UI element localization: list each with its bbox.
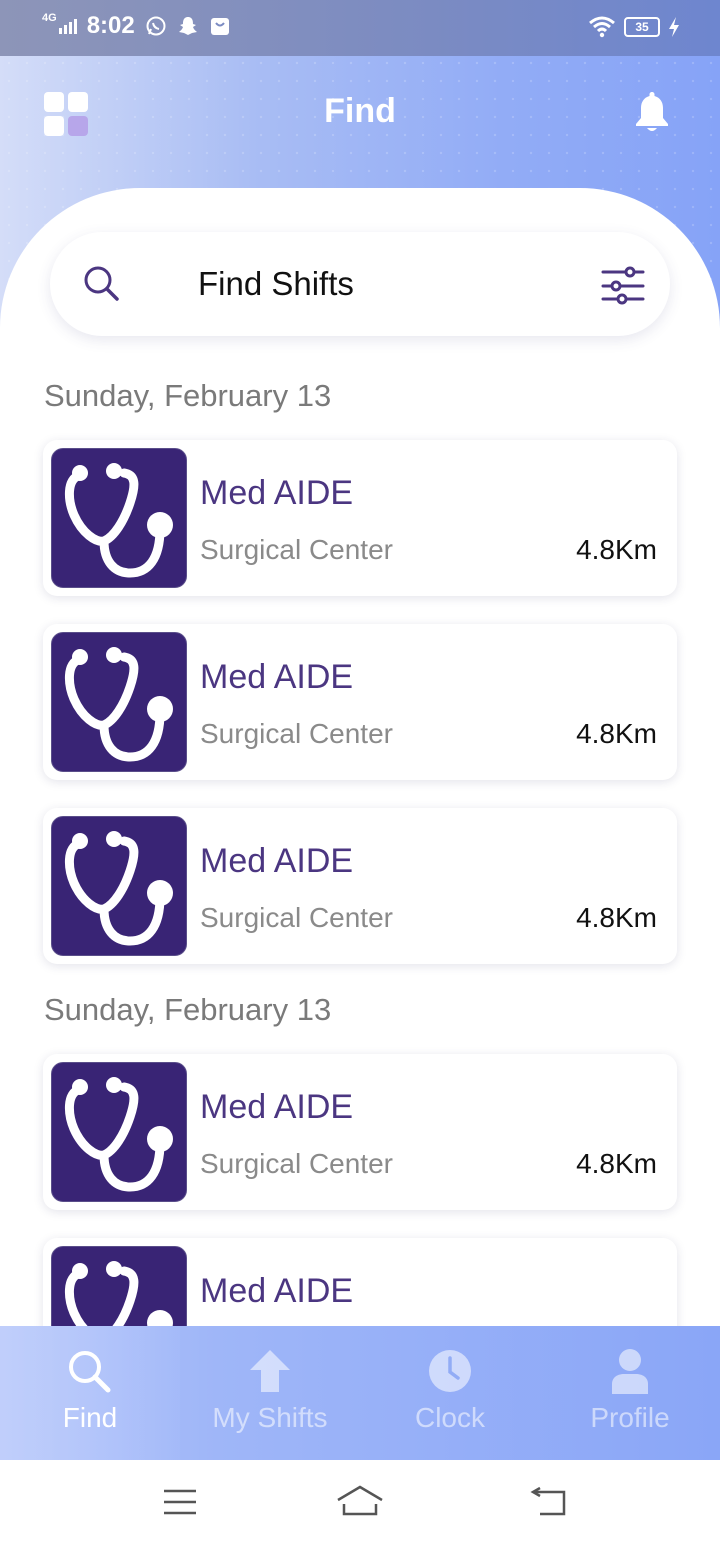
signal-icon: [58, 18, 77, 34]
search-input[interactable]: [198, 260, 618, 308]
snapchat-icon: [178, 17, 197, 35]
shift-card[interactable]: Med AIDE Surgical Center 4.8Km: [43, 440, 677, 596]
shift-card[interactable]: Med AIDE Surgical Center 4.8Km: [43, 624, 677, 780]
shift-title: Med AIDE: [200, 1272, 354, 1310]
shift-title: Med AIDE: [200, 474, 354, 512]
upload-arrow-icon: [250, 1350, 290, 1392]
nav-my-shifts-label: My Shifts: [212, 1402, 328, 1433]
date-header: Sunday, February 13: [44, 992, 332, 1027]
date-header: Sunday, February 13: [44, 378, 332, 413]
shift-title: Med AIDE: [200, 658, 354, 696]
nav-find[interactable]: Find: [0, 1326, 180, 1460]
search-icon: [69, 1351, 111, 1393]
stethoscope-icon: [51, 632, 187, 772]
network-type: 4G: [42, 12, 57, 24]
stethoscope-icon: [51, 448, 187, 588]
bottom-navigation: Find My Shifts Clock Profile: [0, 1326, 720, 1460]
nav-clock[interactable]: Clock: [360, 1326, 540, 1460]
wifi-icon: [589, 16, 615, 38]
back-icon[interactable]: [530, 1486, 568, 1518]
nav-find-label: Find: [62, 1402, 118, 1433]
battery-indicator: 35: [624, 17, 660, 37]
shift-distance: 4.8Km: [576, 902, 657, 933]
whatsapp-icon: [146, 16, 166, 36]
stethoscope-icon: [51, 1062, 187, 1202]
status-bar: 4G 8:02 35: [0, 0, 720, 56]
bag-icon: [210, 18, 229, 35]
shift-distance: 4.8Km: [576, 718, 657, 749]
shift-card[interactable]: Med AIDE Surgical Center 4.8Km: [43, 1054, 677, 1210]
shift-location: Surgical Center: [200, 1148, 393, 1179]
person-icon: [612, 1349, 648, 1394]
top-app-bar: Find: [0, 56, 720, 176]
shift-distance: 4.8Km: [576, 534, 657, 565]
home-icon[interactable]: [335, 1484, 385, 1518]
status-time: 8:02: [86, 12, 135, 39]
nav-profile-label: Profile: [590, 1402, 670, 1433]
shift-card[interactable]: Med AIDE Surgical Center 4.8Km: [43, 808, 677, 964]
shift-distance: 4.8Km: [576, 1148, 657, 1179]
recent-apps-icon[interactable]: [162, 1488, 198, 1516]
shift-title: Med AIDE: [200, 842, 354, 880]
shift-title: Med AIDE: [200, 1088, 354, 1126]
shift-location: Surgical Center: [200, 902, 393, 933]
system-navigation-bar: [0, 1460, 720, 1544]
page-title: Find: [324, 92, 396, 130]
shift-location: Surgical Center: [200, 534, 393, 565]
charging-icon: [669, 17, 679, 37]
filter-sliders-icon[interactable]: [600, 266, 646, 306]
search-bar[interactable]: [50, 232, 670, 336]
nav-profile[interactable]: Profile: [540, 1326, 720, 1460]
nav-my-shifts[interactable]: My Shifts: [180, 1326, 360, 1460]
shift-location: Surgical Center: [200, 718, 393, 749]
nav-clock-label: Clock: [414, 1402, 485, 1433]
clock-icon: [429, 1350, 471, 1392]
stethoscope-icon: [51, 816, 187, 956]
search-icon[interactable]: [82, 264, 122, 304]
notification-bell-icon[interactable]: [632, 90, 672, 134]
